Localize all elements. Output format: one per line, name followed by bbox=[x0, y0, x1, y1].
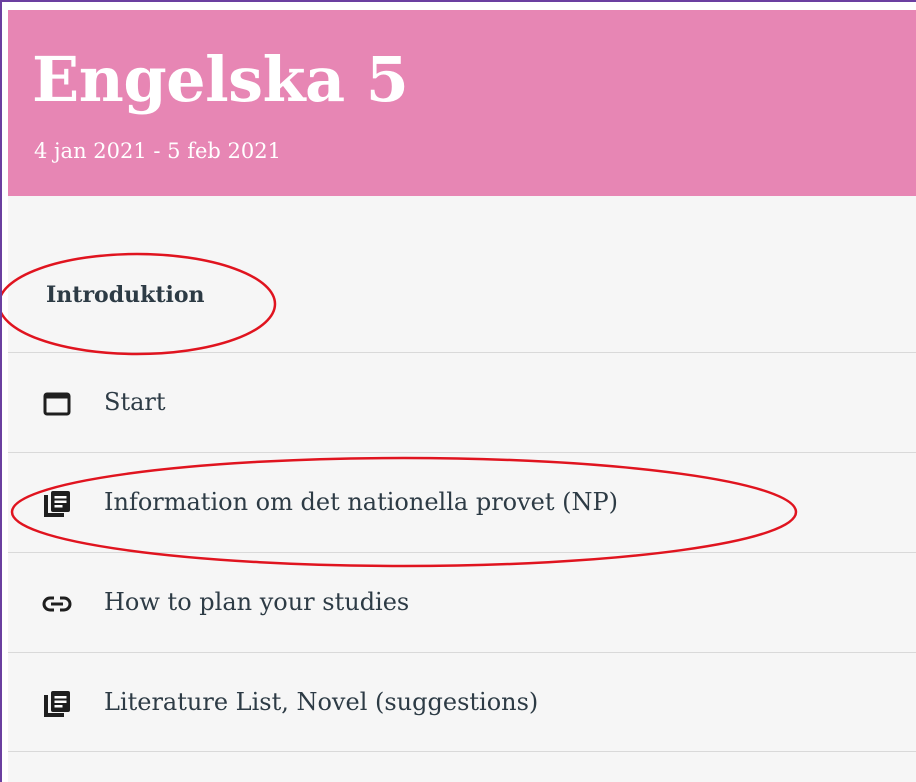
course-dates: 4 jan 2021 - 5 feb 2021 bbox=[34, 139, 281, 163]
module-item-start[interactable]: Start bbox=[8, 352, 916, 452]
assignment-icon bbox=[44, 691, 70, 717]
module-item-label[interactable]: Literature List, Novel (suggestions) bbox=[104, 685, 538, 719]
module-item-literature-list[interactable]: Literature List, Novel (suggestions) bbox=[8, 652, 916, 752]
module-item-label[interactable]: How to plan your studies bbox=[104, 585, 409, 619]
course-header: Engelska 5 4 jan 2021 - 5 feb 2021 bbox=[8, 10, 916, 196]
module-item-information-np[interactable]: Information om det nationella provet (NP… bbox=[8, 452, 916, 552]
assignment-icon bbox=[44, 491, 70, 517]
module-list-panel: Introduktion Start Information om det na… bbox=[8, 196, 916, 782]
course-title[interactable]: Engelska 5 bbox=[32, 44, 409, 116]
module-item-label[interactable]: Information om det nationella provet (NP… bbox=[104, 485, 618, 519]
module-heading[interactable]: Introduktion bbox=[46, 282, 205, 308]
page-icon bbox=[43, 392, 71, 416]
link-icon bbox=[42, 596, 72, 612]
course-page: Engelska 5 4 jan 2021 - 5 feb 2021 Intro… bbox=[0, 0, 916, 782]
module-item-label[interactable]: Start bbox=[104, 385, 166, 419]
module-item-plan-studies[interactable]: How to plan your studies bbox=[8, 552, 916, 652]
module-items: Start Information om det nationella prov… bbox=[8, 352, 916, 752]
